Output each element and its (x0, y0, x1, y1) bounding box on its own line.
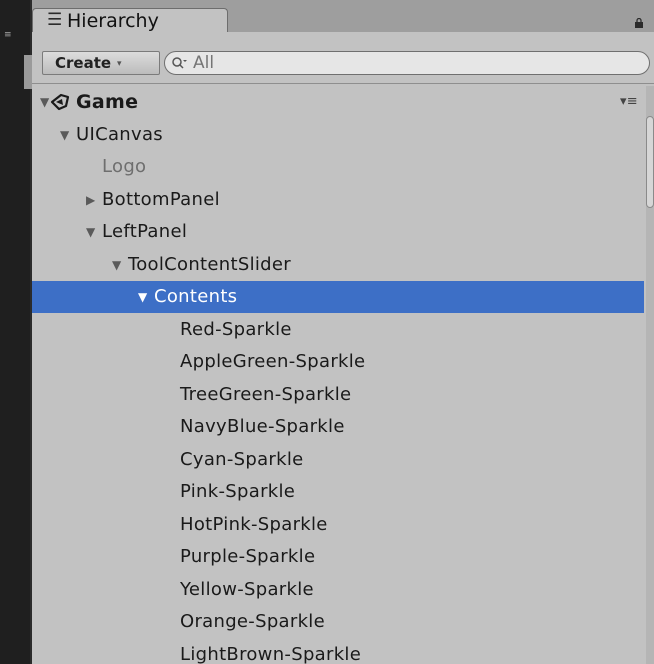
expand-arrow-icon[interactable]: ▼ (60, 119, 70, 151)
tree-item-label: Logo (102, 156, 147, 177)
tree-item[interactable]: Cyan-Sparkle (32, 444, 644, 476)
tree-item-label: LeftPanel (102, 221, 188, 242)
expand-arrow-icon[interactable]: ▼ (138, 281, 148, 313)
tree-item[interactable]: Pink-Sparkle (32, 476, 644, 508)
tree-item-label: Red-Sparkle (180, 319, 292, 340)
tab-bar: ☰ Hierarchy (32, 0, 654, 34)
tree-item[interactable]: AppleGreen-Sparkle (32, 346, 644, 378)
hierarchy-toolbar: Create ▾ (32, 32, 654, 84)
tree-item-label: LightBrown-Sparkle (180, 644, 362, 664)
tree-item[interactable]: TreeGreen-Sparkle (32, 379, 644, 411)
tree-item-label: NavyBlue-Sparkle (180, 416, 345, 437)
tree-item-label: TreeGreen-Sparkle (180, 384, 352, 405)
tree-item[interactable]: Red-Sparkle (32, 314, 644, 346)
tree-item-label: Pink-Sparkle (180, 481, 296, 502)
tree-item-label: UICanvas (76, 124, 163, 145)
tree-item[interactable]: NavyBlue-Sparkle (32, 411, 644, 443)
expand-arrow-icon[interactable]: ▼ (112, 249, 122, 281)
tree-item[interactable]: HotPink-Sparkle (32, 509, 644, 541)
search-field[interactable] (164, 51, 650, 75)
vertical-scrollbar[interactable] (646, 86, 654, 664)
tree-item-label: ToolContentSlider (128, 254, 291, 275)
tree-item-label: AppleGreen-Sparkle (180, 351, 366, 372)
tree-item-label: Purple-Sparkle (180, 546, 316, 567)
tree-item[interactable]: ▼ UICanvas (32, 119, 644, 151)
drag-grip-icon[interactable]: ≡ (4, 31, 12, 44)
hierarchy-panel: ☰ Hierarchy Create ▾ ▼ Game (32, 0, 654, 664)
tree-item-label: Contents (154, 286, 238, 307)
create-button[interactable]: Create ▾ (42, 51, 160, 75)
dock-splitter[interactable] (24, 55, 32, 89)
search-input[interactable] (193, 52, 633, 74)
search-icon[interactable] (171, 55, 187, 71)
tab-hierarchy[interactable]: ☰ Hierarchy (32, 8, 228, 34)
tree-item[interactable]: LightBrown-Sparkle (32, 639, 644, 664)
tree-item[interactable]: Purple-Sparkle (32, 541, 644, 573)
scrollbar-thumb[interactable] (646, 116, 654, 208)
tree-item-label: BottomPanel (102, 189, 220, 210)
tree-item[interactable]: ▶ BottomPanel (32, 184, 644, 216)
create-label: Create (55, 54, 112, 72)
chevron-down-icon: ▾ (117, 59, 122, 69)
expand-arrow-icon[interactable]: ▼ (86, 216, 96, 248)
expand-arrow-icon[interactable]: ▼ (40, 86, 50, 118)
tree-item-label: Cyan-Sparkle (180, 449, 304, 470)
unity-logo-icon (50, 93, 70, 111)
scene-menu-icon[interactable]: ▾≡ (620, 86, 638, 118)
tree-item[interactable]: ▼ LeftPanel (32, 216, 644, 248)
tree-item-label: HotPink-Sparkle (180, 514, 328, 535)
scene-row[interactable]: ▼ Game ▾≡ (32, 86, 644, 118)
tree-item[interactable]: Logo (32, 151, 644, 183)
scene-name: Game (76, 91, 139, 113)
tree-item[interactable]: ▼ ToolContentSlider (32, 249, 644, 281)
hierarchy-list-icon: ☰ (47, 10, 63, 30)
tree-item[interactable]: Orange-Sparkle (32, 606, 644, 638)
tree-item-label: Orange-Sparkle (180, 611, 325, 632)
left-dock-strip: ≡ (0, 0, 32, 664)
collapse-arrow-icon[interactable]: ▶ (86, 184, 96, 216)
lock-icon[interactable] (634, 18, 644, 28)
tree-item[interactable]: ▼ Contents (32, 281, 644, 313)
tree-item[interactable]: Yellow-Sparkle (32, 574, 644, 606)
tree-item-label: Yellow-Sparkle (180, 579, 314, 600)
tab-label: Hierarchy (67, 10, 159, 32)
